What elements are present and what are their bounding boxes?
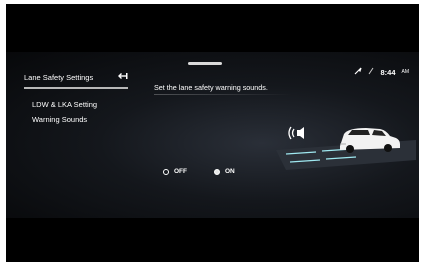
signal-icon xyxy=(368,67,374,77)
screen-frame: 8:44 AM Lane Safety Settings LDW & LKA S… xyxy=(6,4,419,262)
sidebar-item-warning-sounds[interactable]: Warning Sounds xyxy=(32,115,87,124)
sidebar-header: Lane Safety Settings xyxy=(24,72,128,82)
option-on-label: ON xyxy=(225,168,235,175)
clock: 8:44 xyxy=(380,67,396,77)
sidebar-title: Lane Safety Settings xyxy=(24,72,94,82)
option-on[interactable]: ON xyxy=(214,168,235,175)
radio-on[interactable] xyxy=(214,168,220,175)
option-off-label: OFF xyxy=(174,168,187,175)
wrench-icon xyxy=(354,67,363,77)
infotainment-display: 8:44 AM Lane Safety Settings LDW & LKA S… xyxy=(6,52,419,218)
car-lane-illustration xyxy=(276,128,416,170)
page-description: Set the lane safety warning sounds. xyxy=(154,83,268,92)
drag-handle[interactable] xyxy=(188,62,222,65)
sidebar-item-ldw-lka[interactable]: LDW & LKA Setting xyxy=(32,100,97,109)
sidebar-divider xyxy=(24,87,128,89)
description-divider xyxy=(154,94,292,95)
clock-suffix: AM xyxy=(401,69,410,75)
back-icon[interactable] xyxy=(118,72,128,82)
radio-off[interactable] xyxy=(163,168,169,175)
speaker-sound-icon xyxy=(288,126,304,140)
status-bar: 8:44 AM xyxy=(354,66,409,78)
option-off[interactable]: OFF xyxy=(163,168,187,175)
